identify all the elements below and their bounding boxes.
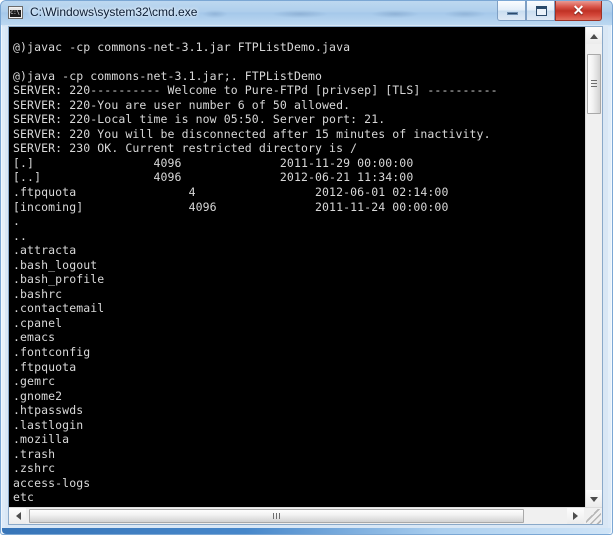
close-button[interactable]: ✕	[555, 1, 602, 21]
chevron-up-icon	[590, 33, 598, 39]
scroll-right-button[interactable]	[567, 508, 584, 524]
horizontal-scrollbar[interactable]	[9, 507, 602, 524]
close-icon: ✕	[572, 2, 585, 18]
minimize-button[interactable]	[497, 1, 526, 21]
horizontal-scroll-thumb[interactable]	[29, 509, 524, 523]
window-bottom-edge	[2, 528, 611, 534]
scroll-up-button[interactable]	[586, 27, 602, 44]
scroll-thumb-grip-icon	[591, 80, 597, 88]
chevron-down-icon	[590, 496, 598, 502]
chevron-left-icon	[15, 512, 21, 520]
resize-grip-icon[interactable]	[586, 509, 601, 524]
scroll-thumb-grip-icon	[272, 513, 281, 519]
cmd-console-icon: c:\	[8, 6, 23, 19]
scroll-down-button[interactable]	[586, 490, 602, 507]
title-bar[interactable]: c:\ C:\Windows\system32\cmd.exe ✕	[0, 0, 613, 25]
maximize-button[interactable]	[526, 1, 555, 21]
cmd-icon-prompt-glyph: c:\	[10, 9, 20, 16]
maximize-icon	[536, 6, 547, 16]
vertical-scroll-thumb[interactable]	[587, 54, 601, 114]
cmd-window[interactable]: c:\ C:\Windows\system32\cmd.exe ✕ @)java…	[0, 0, 613, 535]
console-screen[interactable]: @)javac -cp commons-net-3.1.jar FTPListD…	[9, 27, 585, 507]
vertical-scrollbar[interactable]	[585, 27, 602, 507]
desktop-background: c:\ C:\Windows\system32\cmd.exe ✕ @)java…	[0, 0, 613, 539]
window-title: C:\Windows\system32\cmd.exe	[30, 5, 198, 19]
console-output-text: @)javac -cp commons-net-3.1.jar FTPListD…	[13, 39, 498, 508]
console-inset-frame: @)javac -cp commons-net-3.1.jar FTPListD…	[8, 26, 603, 525]
chevron-right-icon	[572, 512, 578, 520]
minimize-icon	[507, 12, 518, 15]
scroll-left-button[interactable]	[9, 508, 26, 524]
console-client-area: @)javac -cp commons-net-3.1.jar FTPListD…	[5, 25, 608, 529]
